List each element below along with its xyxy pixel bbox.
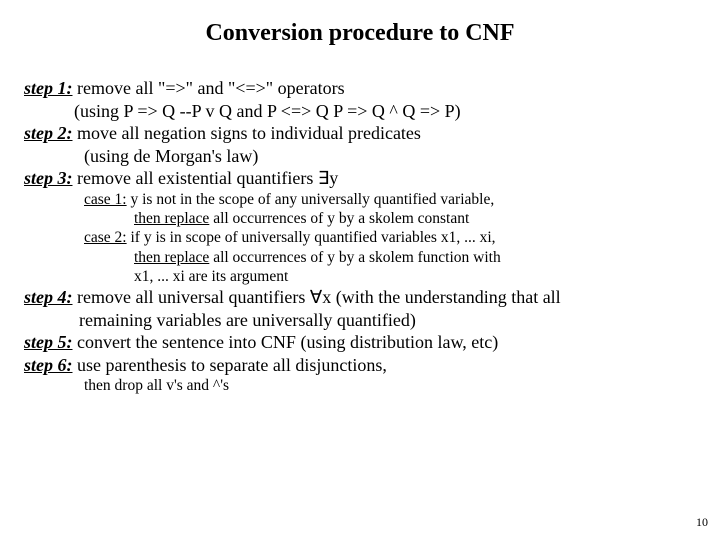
step-3-case2-a: case 2: if y is in scope of universally …: [24, 228, 696, 247]
case1b-u: then replace: [134, 210, 209, 227]
step-4-cont: remaining variables are universally quan…: [24, 309, 696, 332]
step-3: step 3: remove all existential quantifie…: [24, 167, 696, 190]
case1b-rest: all occurrences of y by a skolem constan…: [209, 210, 469, 227]
case1-underlined: case 1:: [84, 191, 127, 208]
step-3-case1-a: case 1: y is not in the scope of any uni…: [24, 190, 696, 209]
slide-content: step 1: remove all "=>" and "<=>" operat…: [24, 77, 696, 396]
step-4-label: step 4:: [24, 287, 73, 307]
step-2-sub: (using de Morgan's law): [24, 145, 696, 168]
step-3-label: step 3:: [24, 168, 73, 188]
step-6-text: use parenthesis to separate all disjunct…: [73, 355, 387, 375]
step-4-text: remove all universal quantifiers ∀x (wit…: [73, 287, 561, 307]
step-1-text: remove all "=>" and "<=>" operators: [73, 78, 345, 98]
slide-title: Conversion procedure to CNF: [24, 20, 696, 47]
step-3-case2-c: x1, ... xi are its argument: [24, 267, 696, 286]
step-3-case2-b: then replace all occurrences of y by a s…: [24, 248, 696, 267]
case2b-u: then replace: [134, 249, 209, 266]
case2-rest: if y is in scope of universally quantifi…: [127, 229, 496, 246]
step-2: step 2: move all negation signs to indiv…: [24, 122, 696, 145]
step-2-label: step 2:: [24, 123, 73, 143]
step-3-text: remove all existential quantifiers ∃y: [73, 168, 339, 188]
slide-container: Conversion procedure to CNF step 1: remo…: [0, 0, 720, 540]
case2-underlined: case 2:: [84, 229, 127, 246]
step-6-label: step 6:: [24, 355, 73, 375]
step-1-label: step 1:: [24, 78, 73, 98]
step-5-text: convert the sentence into CNF (using dis…: [73, 332, 499, 352]
step-1-sub: (using P => Q --P v Q and P <=> Q P => Q…: [24, 100, 696, 123]
step-2-text: move all negation signs to individual pr…: [73, 123, 421, 143]
step-6-sub: then drop all v's and ^'s: [24, 376, 696, 395]
step-5: step 5: convert the sentence into CNF (u…: [24, 331, 696, 354]
step-5-label: step 5:: [24, 332, 73, 352]
page-number: 10: [696, 515, 708, 530]
step-3-case1-b: then replace all occurrences of y by a s…: [24, 209, 696, 228]
case1-rest: y is not in the scope of any universally…: [127, 191, 495, 208]
case2b-rest: all occurrences of y by a skolem functio…: [209, 249, 500, 266]
step-6: step 6: use parenthesis to separate all …: [24, 354, 696, 377]
step-4: step 4: remove all universal quantifiers…: [24, 286, 696, 309]
step-1: step 1: remove all "=>" and "<=>" operat…: [24, 77, 696, 100]
